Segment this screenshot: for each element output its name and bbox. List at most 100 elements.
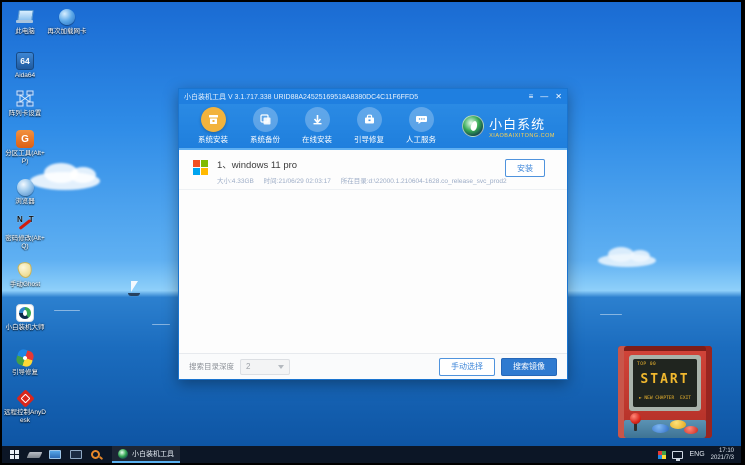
desktop-icon-label: 密码修改(Alt+Q)	[4, 235, 46, 250]
tab-system-backup[interactable]: 系统备份	[239, 107, 291, 145]
language-indicator[interactable]: ENG	[689, 451, 704, 458]
windows-logo-icon	[193, 160, 208, 175]
this-pc-icon	[16, 9, 34, 25]
tab-boot-repair[interactable]: 引导修复	[343, 107, 395, 145]
os-time: 时间:21/06/29 02:03:17	[264, 178, 331, 185]
tab-online-install[interactable]: 在线安装	[291, 107, 343, 145]
taskbar-app-xiaobai[interactable]: 小白装机工具	[112, 446, 180, 463]
diskgenius-icon: G	[16, 130, 34, 148]
chevron-down-icon	[278, 365, 284, 369]
minimize-icon[interactable]: —	[540, 93, 548, 101]
arcade-menu-left: ► NEW CHAPTER	[639, 396, 674, 401]
nt-password-icon: NT	[16, 215, 34, 233]
aida64-icon: 64	[16, 52, 34, 70]
ghost-icon	[16, 261, 33, 280]
taskbar-clock[interactable]: 17:10 2021/7/3	[711, 448, 734, 462]
system-tray: ENG 17:10 2021/7/3	[658, 448, 737, 462]
wave-highlight	[152, 324, 170, 325]
desktop-icon-label: 再次加载网卡	[48, 28, 87, 36]
manual-select-button[interactable]: 手动选择	[439, 358, 495, 376]
raid-setup-icon	[15, 89, 35, 109]
desktop-icon-diskgenius[interactable]: G 分区工具(Alt+P)	[4, 129, 46, 165]
desktop-icon-label: 浏览器	[15, 198, 35, 206]
tab-system-install[interactable]: 系统安装	[187, 107, 239, 145]
cloud	[598, 254, 656, 267]
taskbar-cmd-icon[interactable]	[28, 449, 40, 460]
desktop-icon-anydesk[interactable]: 远程控制AnyDesk	[4, 388, 46, 424]
search-depth-select[interactable]: 2	[240, 359, 290, 375]
tray-color-app-icon[interactable]	[658, 451, 666, 459]
taskbar-app-label: 小白装机工具	[132, 449, 174, 459]
xiaobai-logo-icon	[462, 115, 484, 137]
arcade-start-text: START	[633, 372, 697, 387]
tab-support[interactable]: 人工服务	[395, 107, 447, 145]
menu-icon[interactable]: ≡	[529, 93, 534, 101]
arcade-menu-right: EXIT	[680, 396, 691, 401]
desktop-icon-reload-network[interactable]: 再次加载网卡	[46, 7, 88, 36]
brand-name: 小白系统	[489, 114, 555, 133]
install-button[interactable]: 安装	[505, 159, 545, 177]
tray-display-icon[interactable]	[672, 451, 683, 459]
desktop-icon-label: 远程控制AnyDesk	[4, 409, 46, 424]
desktop-icon-ghost[interactable]: 手动Ghost	[4, 260, 46, 289]
brand-block: 小白系统 XIAOBAIXITONG.COM	[462, 114, 559, 139]
desktop-icon-aida64[interactable]: 64 Aida64	[4, 51, 46, 80]
desktop-icon-label: 阵列卡设置	[9, 110, 42, 118]
boot-repair-icon	[15, 348, 35, 368]
list-item-windows11[interactable]: 1、windows 11 pro 大小:4.33GB 时间:21/06/29 0…	[179, 150, 567, 190]
reload-network-icon	[59, 9, 75, 25]
close-icon[interactable]: ✕	[555, 93, 562, 101]
clock-date: 2021/7/3	[711, 455, 734, 462]
support-icon	[415, 113, 428, 126]
taskbar-search-tool-icon[interactable]	[91, 449, 103, 460]
desktop-icon-label: Aida64	[15, 72, 35, 80]
xiaobai-tool-window: 小白装机工具 V 3.1.717.338 URID88A24525169518A…	[178, 88, 568, 380]
desktop-icon-xiaobai-master[interactable]: 小白装机大师	[4, 303, 46, 332]
taskbar: 小白装机工具 ENG 17:10 2021/7/3	[2, 446, 741, 463]
desktop-icon-label: 手动Ghost	[10, 281, 40, 289]
start-button[interactable]	[10, 450, 19, 459]
desktop-icon-label: 分区工具(Alt+P)	[4, 150, 46, 165]
desktop-wallpaper: TOP 00 START ► NEW CHAPTER EXIT 此电脑	[2, 2, 741, 446]
desktop-icon-label: 此电脑	[15, 28, 35, 36]
arcade-screen: TOP 00 START ► NEW CHAPTER EXIT	[633, 359, 697, 407]
arcade-button-red	[684, 426, 698, 434]
browser-icon	[17, 179, 34, 196]
online-install-icon	[311, 113, 324, 126]
window-footer: 搜索目录深度 2 手动选择 搜索镜像	[179, 353, 567, 379]
desktop-icon-raid-setup[interactable]: 阵列卡设置	[4, 89, 46, 118]
system-install-icon	[207, 113, 220, 126]
arcade-machine-art: TOP 00 START ► NEW CHAPTER EXIT	[618, 346, 712, 438]
os-meta: 大小:4.33GB 时间:21/06/29 02:03:17 所在目录:d:\2…	[217, 175, 555, 185]
arcade-bezel: TOP 00 START ► NEW CHAPTER EXIT	[629, 355, 701, 411]
os-size: 大小:4.33GB	[217, 178, 254, 185]
desktop-icon-label: 引导修复	[12, 369, 38, 377]
wave-highlight	[600, 314, 622, 315]
taskbar-display-settings-icon[interactable]	[49, 449, 61, 460]
taskbar-file-explorer-icon[interactable]	[70, 449, 82, 460]
desktop-icon-nt-password[interactable]: NT 密码修改(Alt+Q)	[4, 214, 46, 250]
desktop-icon-label: 小白装机大师	[6, 324, 45, 332]
virtual-machine-screen: TOP 00 START ► NEW CHAPTER EXIT 此电脑	[0, 0, 745, 465]
clock-time: 17:10	[719, 448, 734, 455]
window-titlebar[interactable]: 小白装机工具 V 3.1.717.338 URID88A24525169518A…	[179, 89, 567, 104]
wave-highlight	[54, 310, 80, 311]
sailboat	[128, 281, 140, 297]
arcade-top-score: TOP 00	[637, 362, 656, 367]
search-image-button[interactable]: 搜索镜像	[501, 358, 557, 376]
brand-site: XIAOBAIXITONG.COM	[489, 133, 555, 139]
search-depth-label: 搜索目录深度	[189, 361, 234, 372]
desktop-icon-boot-repair[interactable]: 引导修复	[4, 348, 46, 377]
window-title: 小白装机工具 V 3.1.717.338 URID88A24525169518A…	[184, 92, 418, 102]
image-list: 1、windows 11 pro 大小:4.33GB 时间:21/06/29 0…	[179, 150, 567, 353]
desktop-icon-browser[interactable]: 浏览器	[4, 177, 46, 206]
os-dir: 所在目录:d:\22000.1.210604-1628.co_release_s…	[341, 178, 507, 185]
arcade-joystick-ball	[630, 413, 641, 424]
desktop-icon-this-pc[interactable]: 此电脑	[4, 7, 46, 36]
boot-repair-icon	[363, 113, 376, 126]
window-nav: 系统安装 系统备份 在线安装 引导修复	[179, 104, 567, 150]
arcade-button-blue	[652, 424, 669, 433]
xiaobai-mini-icon	[118, 449, 128, 459]
system-backup-icon	[259, 113, 272, 126]
xiaobai-icon	[16, 304, 34, 322]
